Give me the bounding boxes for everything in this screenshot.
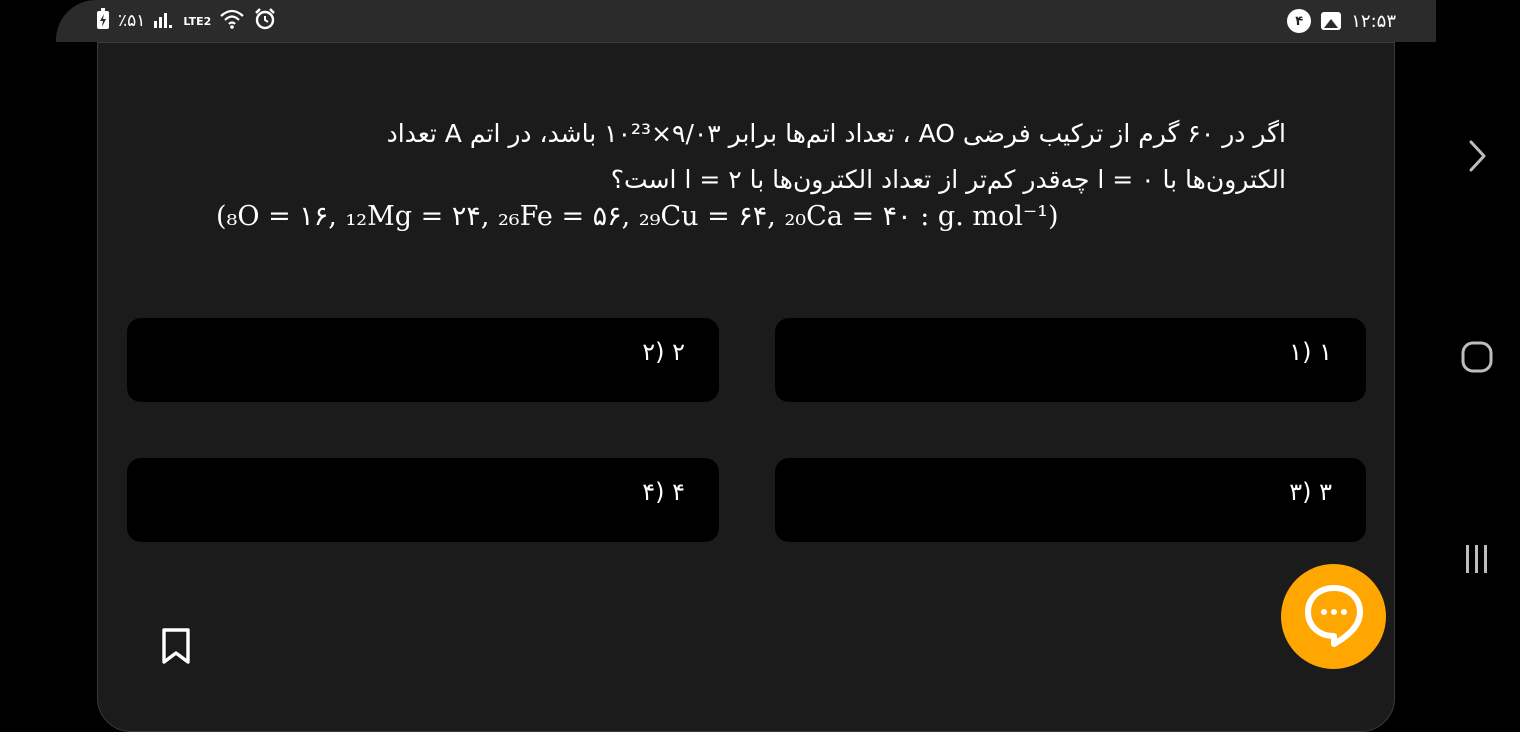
option-3-label: ۳ (۳	[1289, 478, 1332, 506]
chevron-right-icon	[1465, 138, 1489, 178]
option-4[interactable]: ۴ (۴	[127, 458, 719, 542]
question-line-1: اگر در ۶۰ گرم از ترکیب فرضی AO ، تعداد ا…	[386, 119, 1286, 148]
notification-badge: ۴	[1287, 9, 1312, 33]
question-card: اگر در ۶۰ گرم از ترکیب فرضی AO ، تعداد ا…	[97, 42, 1395, 732]
network-type: LTE2	[183, 14, 212, 28]
signal-icon	[153, 9, 175, 34]
home-icon	[1460, 340, 1494, 378]
option-1[interactable]: ۱ (۱	[775, 318, 1366, 402]
wifi-icon	[219, 8, 245, 35]
alarm-icon	[253, 7, 277, 36]
option-1-label: ۱ (۱	[1289, 338, 1332, 366]
battery-icon	[96, 7, 110, 35]
home-button[interactable]	[1454, 336, 1500, 382]
recents-button[interactable]	[1454, 538, 1500, 584]
option-3[interactable]: ۳ (۳	[775, 458, 1366, 542]
option-4-label: ۴ (۴	[642, 478, 685, 506]
bookmark-icon[interactable]	[160, 627, 192, 665]
status-right: ۴ ۱۲:۵۳	[1287, 8, 1396, 34]
back-button[interactable]	[1454, 135, 1500, 181]
option-2-label: ۲ (۲	[642, 338, 685, 366]
status-bar: ٪۵۱ LTE2 ۴ ۱۲:۵۳	[56, 0, 1436, 42]
gallery-icon	[1321, 12, 1342, 30]
recents-icon	[1462, 543, 1492, 579]
question-formula: (₈O = ۱۶, ₁₂Mg = ۲۴, ₂₆Fe = ۵۶, ₂₉Cu = ۶…	[216, 201, 1059, 232]
chat-bubble-icon	[1302, 582, 1366, 652]
status-left: ٪۵۱ LTE2	[96, 7, 277, 36]
chat-button[interactable]	[1281, 564, 1386, 669]
clock: ۱۲:۵۳	[1351, 10, 1396, 32]
battery-level: ٪۵۱	[118, 11, 146, 31]
question-line-2: الکترون‌ها با l = ۰ چه‌قدر کم‌تر از تعدا…	[610, 165, 1286, 194]
option-2[interactable]: ۲ (۲	[127, 318, 719, 402]
question-text: اگر در ۶۰ گرم از ترکیب فرضی AO ، تعداد ا…	[286, 111, 1286, 203]
